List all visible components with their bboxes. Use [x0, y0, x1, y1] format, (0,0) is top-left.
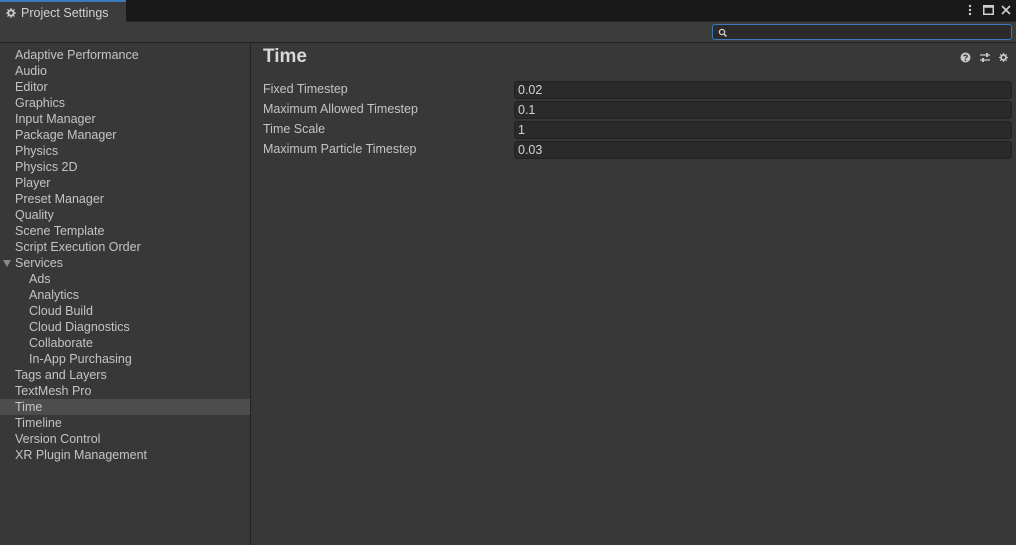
- toolbar: [0, 22, 1016, 43]
- sidebar-item-physics-2d[interactable]: Physics 2D: [0, 159, 250, 175]
- sidebar-item-label: Script Execution Order: [15, 240, 141, 254]
- maximum-allowed-timestep-input[interactable]: [514, 101, 1012, 119]
- sidebar-item-player[interactable]: Player: [0, 175, 250, 191]
- field-label: Fixed Timestep: [263, 82, 348, 96]
- sidebar-item-label: Analytics: [29, 288, 80, 302]
- sidebar-item-cloud-diagnostics[interactable]: Cloud Diagnostics: [0, 319, 250, 335]
- sidebar-item-label: Package Manager: [15, 128, 117, 142]
- settings-sidebar: Adaptive Performance Audio Editor Graphi…: [0, 43, 251, 545]
- kebab-menu-icon[interactable]: [964, 3, 976, 17]
- tab-project-settings[interactable]: Project Settings: [0, 0, 126, 23]
- sidebar-item-script-execution-order[interactable]: Script Execution Order: [0, 239, 250, 255]
- panel-header-icons: [959, 51, 1010, 64]
- sidebar-item-quality[interactable]: Quality: [0, 207, 250, 223]
- sidebar-item-label: Cloud Diagnostics: [29, 320, 130, 334]
- help-icon[interactable]: [959, 51, 972, 64]
- sidebar-item-label: Physics 2D: [15, 160, 78, 174]
- sidebar-item-label: Tags and Layers: [15, 368, 107, 382]
- sidebar-item-label: Timeline: [15, 416, 62, 430]
- sidebar-item-collaborate[interactable]: Collaborate: [0, 335, 250, 351]
- tab-title: Project Settings: [21, 5, 109, 20]
- sidebar-item-label: Time: [15, 400, 43, 414]
- gear-icon: [5, 7, 17, 19]
- page-title: Time: [263, 46, 308, 67]
- sidebar-item-scene-template[interactable]: Scene Template: [0, 223, 250, 239]
- sidebar-item-xr-plugin-management[interactable]: XR Plugin Management: [0, 447, 250, 463]
- field-time-scale: Time Scale: [252, 120, 1016, 140]
- time-scale-input[interactable]: [514, 121, 1012, 139]
- sidebar-item-in-app-purchasing[interactable]: In-App Purchasing: [0, 351, 250, 367]
- field-label: Time Scale: [263, 122, 326, 136]
- field-maximum-allowed-timestep: Maximum Allowed Timestep: [252, 100, 1016, 120]
- field-label: Maximum Particle Timestep: [263, 142, 417, 156]
- sidebar-item-time[interactable]: Time: [0, 399, 250, 415]
- time-settings-fields: Fixed Timestep Maximum Allowed Timestep …: [252, 80, 1016, 160]
- sidebar-item-textmesh-pro[interactable]: TextMesh Pro: [0, 383, 250, 399]
- sidebar-item-package-manager[interactable]: Package Manager: [0, 127, 250, 143]
- sidebar-item-label: Cloud Build: [29, 304, 93, 318]
- sidebar-item-label: Physics: [15, 144, 59, 158]
- search-input[interactable]: [729, 25, 1007, 39]
- sidebar-item-preset-manager[interactable]: Preset Manager: [0, 191, 250, 207]
- maximum-particle-timestep-input[interactable]: [514, 141, 1012, 159]
- sidebar-item-label: In-App Purchasing: [29, 352, 132, 366]
- sidebar-item-audio[interactable]: Audio: [0, 63, 250, 79]
- field-fixed-timestep: Fixed Timestep: [252, 80, 1016, 100]
- sidebar-item-label: Adaptive Performance: [15, 48, 139, 62]
- settings-panel: Time Fixed Timestep Maximum Allowed T: [252, 43, 1016, 545]
- sidebar-item-editor[interactable]: Editor: [0, 79, 250, 95]
- sidebar-item-version-control[interactable]: Version Control: [0, 431, 250, 447]
- project-settings-window: Project Settings Adaptive Performance Au…: [0, 0, 1016, 545]
- sidebar-item-physics[interactable]: Physics: [0, 143, 250, 159]
- sidebar-item-label: Editor: [15, 80, 48, 94]
- sidebar-item-label: Collaborate: [29, 336, 93, 350]
- sidebar-item-label: Ads: [29, 272, 51, 286]
- sidebar-item-tags-and-layers[interactable]: Tags and Layers: [0, 367, 250, 383]
- search-icon: [718, 27, 728, 38]
- sidebar-item-timeline[interactable]: Timeline: [0, 415, 250, 431]
- sidebar-item-label: Graphics: [15, 96, 66, 110]
- sidebar-item-label: TextMesh Pro: [15, 384, 92, 398]
- sidebar-item-label: Preset Manager: [15, 192, 104, 206]
- close-icon[interactable]: [1000, 3, 1012, 17]
- field-label: Maximum Allowed Timestep: [263, 102, 418, 116]
- expand-caret-icon[interactable]: [3, 260, 11, 267]
- sidebar-item-label: Services: [15, 256, 63, 270]
- sidebar-item-analytics[interactable]: Analytics: [0, 287, 250, 303]
- sidebar-item-label: Player: [15, 176, 51, 190]
- settings-icon[interactable]: [997, 51, 1010, 64]
- preset-icon[interactable]: [978, 51, 991, 64]
- sidebar-item-label: Audio: [15, 64, 47, 78]
- sidebar-item-adaptive-performance[interactable]: Adaptive Performance: [0, 47, 250, 63]
- sidebar-item-input-manager[interactable]: Input Manager: [0, 111, 250, 127]
- field-maximum-particle-timestep: Maximum Particle Timestep: [252, 140, 1016, 160]
- sidebar-item-ads[interactable]: Ads: [0, 271, 250, 287]
- sidebar-item-label: Input Manager: [15, 112, 96, 126]
- sidebar-item-services[interactable]: Services: [0, 255, 250, 271]
- sidebar-item-label: XR Plugin Management: [15, 448, 148, 462]
- sidebar-item-graphics[interactable]: Graphics: [0, 95, 250, 111]
- sidebar-item-label: Quality: [15, 208, 54, 222]
- window-controls: [964, 3, 1012, 17]
- sidebar-item-cloud-build[interactable]: Cloud Build: [0, 303, 250, 319]
- maximize-icon[interactable]: [982, 3, 994, 17]
- search-box[interactable]: [712, 24, 1012, 40]
- sidebar-item-label: Version Control: [15, 432, 101, 446]
- sidebar-item-label: Scene Template: [15, 224, 105, 238]
- fixed-timestep-input[interactable]: [514, 81, 1012, 99]
- tab-bar: Project Settings: [0, 0, 1016, 23]
